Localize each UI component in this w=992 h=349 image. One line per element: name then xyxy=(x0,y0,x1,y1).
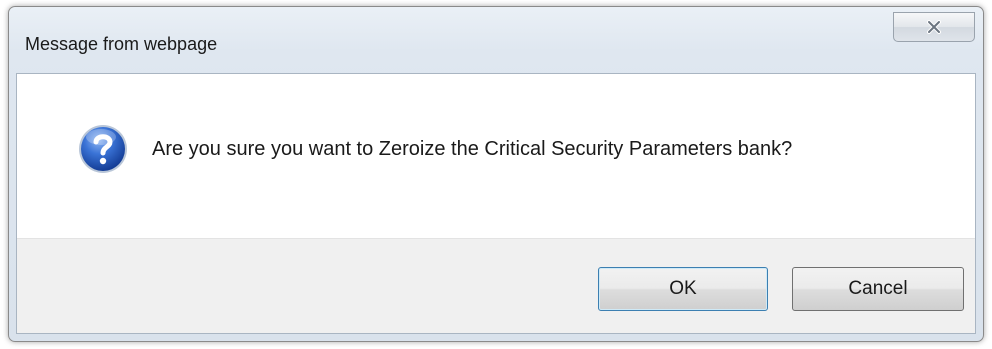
title-bar[interactable]: Message from webpage xyxy=(9,7,983,73)
ok-button[interactable]: OK xyxy=(598,267,768,311)
close-icon xyxy=(926,20,942,34)
message-dialog: Message from webpage Are you sure you wa… xyxy=(8,6,984,342)
message-area: Are you sure you want to Zeroize the Cri… xyxy=(17,74,975,238)
close-button[interactable] xyxy=(893,12,975,42)
cancel-button[interactable]: Cancel xyxy=(792,267,964,311)
dialog-title: Message from webpage xyxy=(25,34,218,54)
button-area: OK Cancel xyxy=(17,238,975,333)
question-icon xyxy=(77,123,129,175)
dialog-body: Are you sure you want to Zeroize the Cri… xyxy=(16,73,976,334)
dialog-message: Are you sure you want to Zeroize the Cri… xyxy=(152,138,793,160)
